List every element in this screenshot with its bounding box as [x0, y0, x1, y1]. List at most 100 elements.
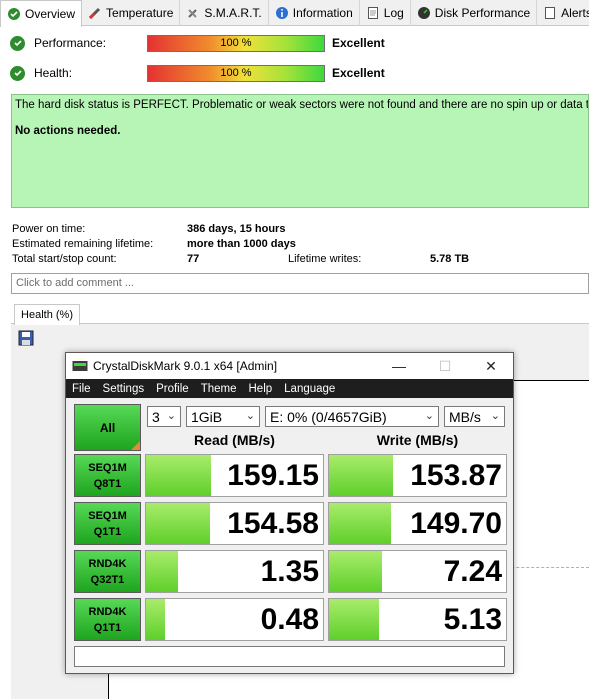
count-select[interactable]: 3 ⌄: [147, 406, 181, 427]
menu-settings[interactable]: Settings: [97, 383, 151, 395]
performance-bar: 100 %: [147, 34, 325, 52]
tab-smart[interactable]: S.M.A.R.T.: [180, 0, 269, 26]
cdm-title-bar: CrystalDiskMark 9.0.1 x64 [Admin] — ☐ ✕: [66, 353, 513, 379]
menu-language[interactable]: Language: [278, 383, 341, 395]
comment-input[interactable]: Click to add comment ...: [11, 273, 589, 294]
status-message-box: The hard disk status is PERFECT. Problem…: [11, 94, 589, 208]
write-value: 153.87: [410, 459, 502, 492]
read-fill-bar: [146, 599, 166, 640]
check-icon: [10, 65, 25, 81]
check-icon: [10, 35, 25, 51]
cdm-comment-input[interactable]: [74, 646, 505, 667]
rnd4k-q1t1-write-cell: 5.13: [328, 598, 507, 641]
tab-label: Overview: [25, 7, 76, 21]
save-icon[interactable]: [18, 330, 34, 346]
tab-log[interactable]: Log: [360, 0, 411, 26]
rnd4k-q32t1-write-cell: 7.24: [328, 550, 507, 593]
tab-label: S.M.A.R.T.: [204, 6, 262, 20]
performance-row: Performance: 100 % Excellent: [10, 32, 580, 54]
tab-label: Log: [383, 6, 404, 20]
test-params: Q1T1: [93, 621, 122, 634]
page-icon: [543, 6, 557, 20]
rnd4k-q32t1-read-cell: 1.35: [145, 550, 324, 593]
startstop-value: 77: [187, 253, 200, 265]
unit-select[interactable]: MB/s ⌄: [444, 406, 505, 427]
seq1m-q8t1-read-cell: 159.15: [145, 454, 324, 497]
read-value: 159.15: [227, 459, 319, 492]
tab-overview[interactable]: Overview: [0, 0, 83, 27]
write-fill-bar: [329, 503, 391, 544]
seq1m-q1t1-read-cell: 154.58: [145, 502, 324, 545]
seq1m-q1t1-button[interactable]: SEQ1M Q1T1: [74, 502, 141, 545]
read-fill-bar: [146, 503, 210, 544]
power-on-label: Power on time:: [12, 223, 86, 235]
write-fill-bar: [329, 551, 383, 592]
write-value: 149.70: [410, 507, 502, 540]
thermometer-icon: [88, 6, 102, 20]
rnd4k-q32t1-button[interactable]: RND4K Q32T1: [74, 550, 141, 593]
crystaldiskmark-window: CrystalDiskMark 9.0.1 x64 [Admin] — ☐ ✕ …: [65, 352, 514, 674]
write-fill-bar: [329, 455, 393, 496]
seq1m-q8t1-button[interactable]: SEQ1M Q8T1: [74, 454, 141, 497]
write-fill-bar: [329, 599, 379, 640]
lifetime-value: more than 1000 days: [187, 238, 296, 250]
maximize-button[interactable]: ☐: [422, 353, 468, 379]
read-value: 154.58: [227, 507, 319, 540]
document-icon: [366, 6, 380, 20]
test-name: SEQ1M: [88, 509, 127, 522]
rnd4k-q1t1-button[interactable]: RND4K Q1T1: [74, 598, 141, 641]
health-tab-bar: Health (%): [11, 304, 589, 325]
globe-check-icon: [7, 7, 21, 21]
write-value: 7.24: [443, 555, 502, 588]
startstop-label: Total start/stop count:: [12, 253, 117, 265]
menu-profile[interactable]: Profile: [150, 383, 195, 395]
tab-health-percent[interactable]: Health (%): [14, 304, 80, 325]
read-value: 1.35: [260, 555, 319, 588]
seq1m-q1t1-write-cell: 149.70: [328, 502, 507, 545]
health-percent: 100 %: [220, 67, 252, 79]
disk-app-icon: [72, 359, 88, 373]
tab-label: Temperature: [106, 6, 174, 20]
cdm-menu-bar: File Settings Profile Theme Help Languag…: [66, 379, 513, 398]
lifetime-label: Estimated remaining lifetime:: [12, 238, 154, 250]
test-params: Q32T1: [90, 573, 125, 586]
tab-temperature[interactable]: Temperature: [82, 0, 181, 26]
test-name: RND4K: [88, 557, 127, 570]
tools-icon: [186, 6, 200, 20]
lifetime-writes-label: Lifetime writes:: [288, 253, 362, 265]
chevron-down-icon: ⌄: [490, 410, 500, 422]
tab-alerts[interactable]: Alerts: [537, 0, 589, 26]
read-fill-bar: [146, 551, 178, 592]
read-fill-bar: [146, 455, 212, 496]
menu-file[interactable]: File: [66, 383, 97, 395]
cdm-body: All 3 ⌄ 1GiB ⌄ E: 0% (0/4657GiB) ⌄ MB/s …: [66, 398, 513, 673]
health-label: Health:: [34, 66, 73, 80]
menu-theme[interactable]: Theme: [195, 383, 243, 395]
test-name: SEQ1M: [88, 461, 127, 474]
tab-information[interactable]: Information: [269, 0, 360, 26]
unit-value: MB/s: [449, 408, 481, 425]
write-header: Write (MB/s): [376, 432, 459, 448]
health-bar: 100 %: [147, 64, 325, 82]
count-value: 3: [152, 408, 160, 425]
health-row: Health: 100 % Excellent: [10, 62, 580, 84]
test-params: Q8T1: [93, 477, 122, 490]
all-button[interactable]: All: [74, 404, 141, 451]
read-header: Read (MB/s): [194, 432, 275, 448]
size-select[interactable]: 1GiB ⌄: [186, 406, 260, 427]
menu-help[interactable]: Help: [243, 383, 279, 395]
drive-value: E: 0% (0/4657GiB): [270, 408, 387, 425]
seq1m-q8t1-write-cell: 153.87: [328, 454, 507, 497]
minimize-button[interactable]: —: [376, 353, 422, 379]
test-params: Q1T1: [93, 525, 122, 538]
chevron-down-icon: ⌄: [424, 410, 434, 422]
performance-percent: 100 %: [220, 37, 252, 49]
main-tab-strip: Overview Temperature S.M.A.R.T. Informat…: [0, 0, 589, 27]
test-name: RND4K: [88, 605, 127, 618]
performance-value: Excellent: [332, 36, 385, 50]
drive-select[interactable]: E: 0% (0/4657GiB) ⌄: [265, 406, 439, 427]
tab-label: Disk Performance: [434, 6, 531, 20]
close-button[interactable]: ✕: [468, 353, 514, 379]
power-on-value: 386 days, 15 hours: [187, 223, 286, 235]
tab-disk-performance[interactable]: Disk Performance: [411, 0, 538, 26]
